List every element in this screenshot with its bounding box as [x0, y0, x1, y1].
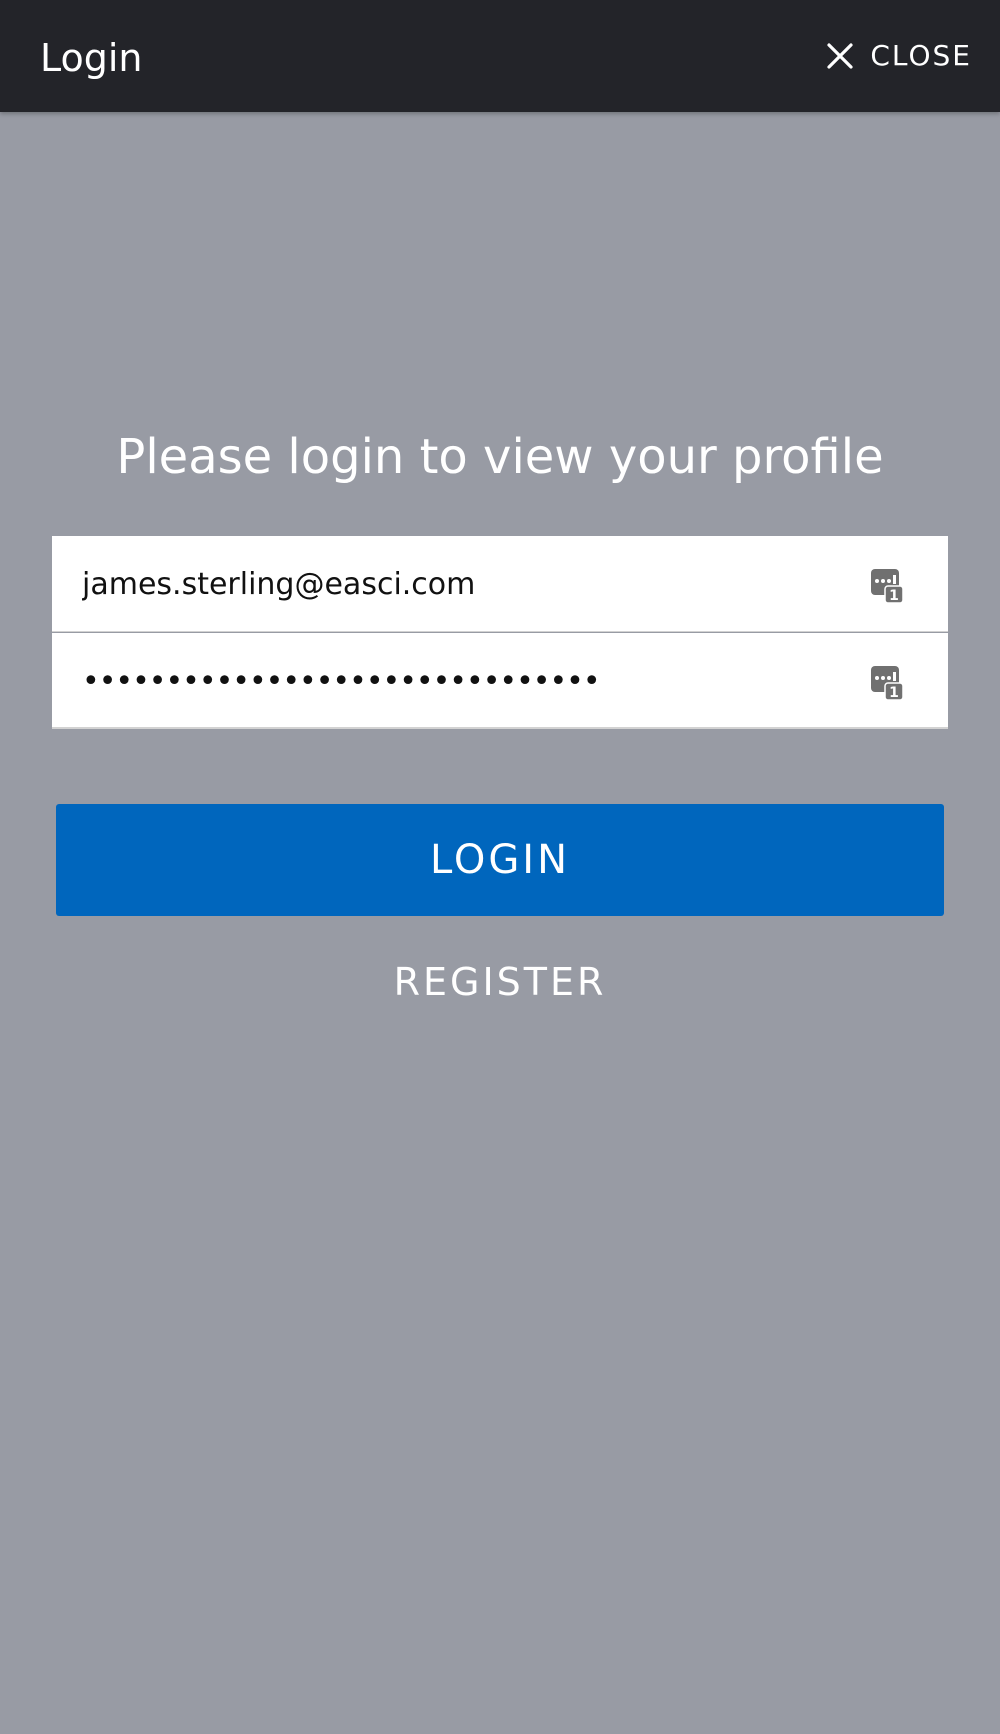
login-button[interactable]: LOGIN	[56, 804, 944, 916]
email-field-container: 1	[52, 536, 948, 632]
password-input[interactable]	[82, 633, 862, 729]
password-manager-icon[interactable]: 1	[870, 568, 904, 604]
svg-text:1: 1	[889, 588, 899, 604]
login-prompt-heading: Please login to view your profile	[116, 429, 884, 485]
password-field-container: 1	[52, 633, 948, 729]
password-manager-icon[interactable]: 1	[870, 665, 904, 701]
close-icon	[826, 42, 854, 70]
register-button[interactable]: REGISTER	[350, 950, 650, 1014]
close-label: CLOSE	[870, 39, 972, 72]
close-button[interactable]: CLOSE	[826, 36, 972, 76]
svg-text:1: 1	[889, 685, 899, 701]
top-app-bar: Login CLOSE	[0, 0, 1000, 112]
email-input[interactable]	[82, 536, 862, 632]
page-title: Login	[40, 36, 143, 80]
